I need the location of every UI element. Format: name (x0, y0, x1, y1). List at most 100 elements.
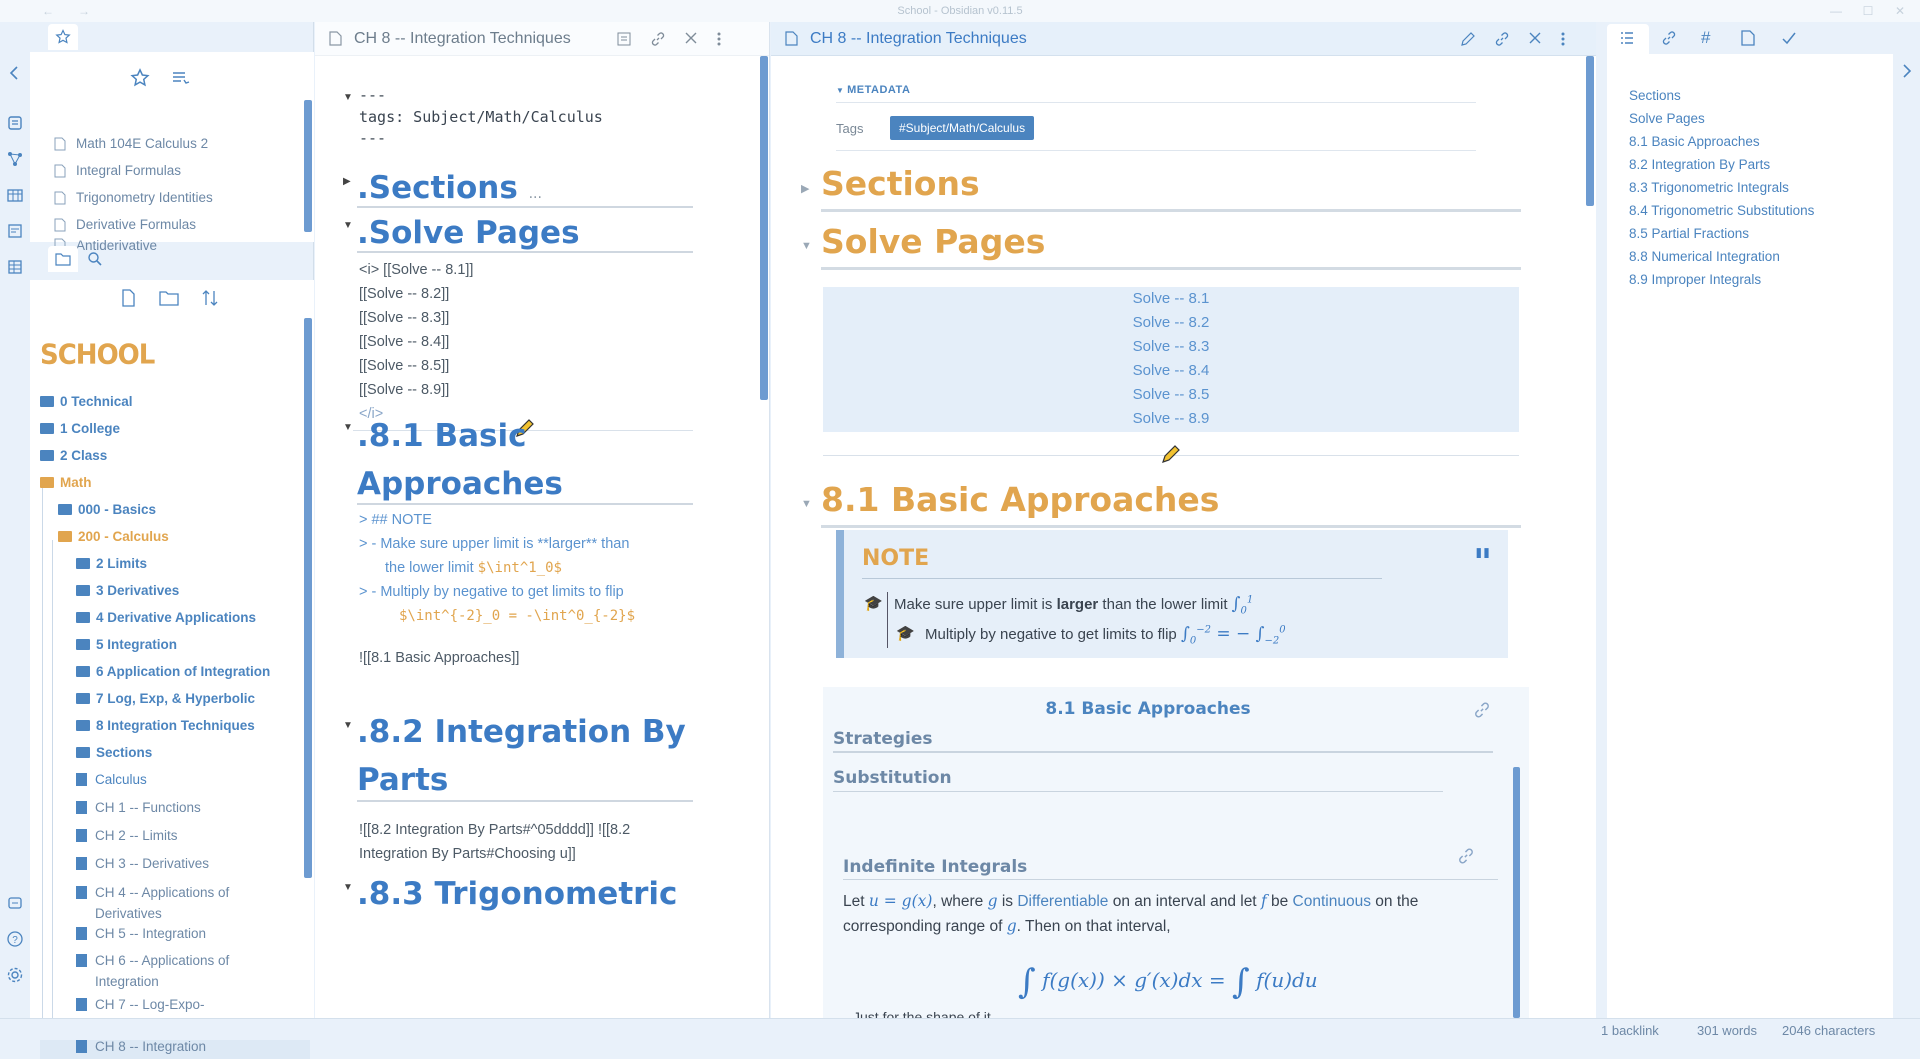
outline-item[interactable]: 8.4 Trigonometric Substitutions (1629, 203, 1814, 218)
close-icon[interactable] (1528, 31, 1542, 47)
fold-caret-icon[interactable]: ▶ (343, 176, 351, 187)
tree-folder[interactable]: 1 College (40, 415, 310, 442)
solve-link[interactable]: Solve -- 8.5 (823, 383, 1519, 407)
link-icon[interactable] (1494, 31, 1510, 47)
internal-link[interactable]: Differentiable (1017, 893, 1108, 910)
outline-item[interactable]: Sections (1629, 88, 1681, 103)
starred-scrollbar[interactable] (304, 100, 312, 232)
solve-link[interactable]: Solve -- 8.3 (823, 335, 1519, 359)
tree-folder[interactable]: Sections (40, 739, 310, 766)
solve-link[interactable]: Solve -- 8.9 (823, 407, 1519, 431)
close-icon[interactable] (684, 31, 698, 47)
tree-folder[interactable]: 000 - Basics (40, 496, 310, 523)
more-options-icon[interactable] (716, 31, 722, 47)
embed-link-icon[interactable] (1457, 847, 1475, 865)
outline-list-icon[interactable] (1619, 30, 1635, 46)
fold-caret-icon[interactable]: ▼ (343, 882, 353, 893)
editor-scrollbar[interactable] (760, 56, 768, 400)
fold-caret-icon[interactable]: ▼ (801, 498, 812, 510)
tree-file[interactable]: CH 3 -- Derivatives (40, 849, 310, 877)
tree-file[interactable]: Calculus (40, 766, 310, 793)
fold-caret-icon[interactable]: ▼ (343, 220, 353, 231)
tree-folder[interactable]: 7 Log, Exp, & Hyperbolic (40, 685, 310, 712)
tree-folder[interactable]: 4 Derivative Applications (40, 604, 310, 631)
preview-scrollbar[interactable] (1586, 56, 1594, 206)
sort-icon[interactable] (200, 288, 220, 308)
fold-caret-icon[interactable]: ▼ (343, 720, 353, 731)
back-arrow-icon[interactable]: ← (28, 0, 68, 22)
solve-link[interactable]: Solve -- 8.2 (823, 311, 1519, 335)
tree-folder[interactable]: 8 Integration Techniques (40, 712, 310, 739)
help-icon[interactable]: ? (6, 930, 24, 948)
table-icon[interactable] (6, 258, 24, 276)
tree-folder[interactable]: 0 Technical (40, 388, 310, 415)
tree-folder[interactable]: 5 Integration (40, 631, 310, 658)
tag-pill[interactable]: #Subject/Math/Calculus (890, 116, 1035, 140)
tree-file[interactable]: CH 4 -- Applications of Derivatives (40, 877, 310, 921)
fold-caret-icon[interactable]: ▶ (801, 182, 809, 195)
new-note-icon[interactable] (118, 288, 138, 308)
command-palette-icon[interactable] (6, 894, 24, 912)
new-folder-icon[interactable] (158, 288, 180, 308)
outline-item[interactable]: 8.5 Partial Fractions (1629, 226, 1749, 241)
outline-item[interactable]: 8.3 Trigonometric Integrals (1629, 180, 1789, 195)
starred-item[interactable]: Math 104E Calculus 2 (54, 130, 294, 157)
canvas-grid-icon[interactable] (6, 186, 24, 204)
forward-arrow-icon[interactable]: → (64, 0, 104, 22)
tags-hash-icon[interactable]: # (1701, 28, 1710, 48)
tree-folder-open[interactable]: Math (40, 469, 310, 496)
note-item-1: Make sure upper limit is larger than the… (894, 594, 1253, 616)
preview-toggle-icon[interactable] (616, 31, 632, 47)
tree-folder-open[interactable]: 200 - Calculus (40, 523, 310, 550)
edit-pencil-icon[interactable] (1460, 31, 1476, 47)
templates-icon[interactable] (6, 222, 24, 240)
solve-link[interactable]: Solve -- 8.1 (823, 287, 1519, 311)
tree-folder[interactable]: 2 Class (40, 442, 310, 469)
starred-tab[interactable] (48, 24, 78, 50)
internal-link[interactable]: Continuous (1293, 893, 1371, 910)
outline-item[interactable]: 8.9 Improper Integrals (1629, 272, 1761, 287)
embed-link-icon[interactable] (1473, 701, 1491, 719)
close-window-button[interactable]: ✕ (1880, 0, 1920, 22)
fold-caret-icon[interactable]: ▼ (343, 422, 353, 433)
more-options-icon[interactable] (1560, 31, 1566, 47)
star-current-icon[interactable] (130, 68, 150, 88)
starred-item[interactable]: Derivative Formulas (54, 211, 294, 238)
file-explorer-tab[interactable] (48, 246, 78, 272)
outline-item[interactable]: 8.2 Integration By Parts (1629, 157, 1770, 172)
tree-file[interactable]: CH 5 -- Integration (40, 921, 310, 945)
folder-icon (58, 504, 72, 515)
tree-folder[interactable]: 6 Application of Integration (40, 658, 310, 685)
fold-ellipsis[interactable]: ... (529, 186, 542, 202)
outline-item[interactable]: 8.8 Numerical Integration (1629, 249, 1780, 264)
file-info-icon[interactable] (1741, 30, 1755, 46)
collapse-right-icon[interactable] (1897, 62, 1915, 80)
tree-folder[interactable]: 3 Derivatives (40, 577, 310, 604)
tree-file[interactable]: CH 6 -- Applications of Integration (40, 945, 310, 989)
backlinks-icon[interactable] (1661, 30, 1677, 46)
fold-caret-icon[interactable]: ▼ (343, 92, 353, 103)
tree-file[interactable]: CH 1 -- Functions (40, 793, 310, 821)
outline-item[interactable]: 8.1 Basic Approaches (1629, 134, 1760, 149)
backlink-count[interactable]: 1 backlink (1601, 1023, 1659, 1038)
search-tab[interactable] (80, 246, 110, 272)
open-quick-switcher-icon[interactable] (6, 114, 24, 132)
editor-content[interactable]: ▼ --- tags: Subject/Math/Calculus --- ▶ … (315, 56, 770, 1018)
solve-link[interactable]: Solve -- 8.4 (823, 359, 1519, 383)
embed-82-source-cont: Integration By Parts#Choosing u]] (359, 842, 576, 866)
starred-item[interactable]: Integral Formulas (54, 157, 294, 184)
graph-view-icon[interactable] (6, 150, 24, 168)
collapse-left-icon[interactable] (6, 64, 24, 82)
outline-item[interactable]: Solve Pages (1629, 111, 1705, 126)
link-icon[interactable] (650, 31, 666, 47)
checkmark-icon[interactable] (1781, 30, 1797, 46)
settings-gear-icon[interactable] (6, 966, 24, 984)
fold-caret-icon[interactable]: ▼ (801, 240, 812, 252)
metadata-header[interactable]: ▼ METADATA (836, 84, 910, 96)
tree-folder[interactable]: 2 Limits (40, 550, 310, 577)
starred-list-icon[interactable] (170, 68, 190, 88)
explorer-scrollbar[interactable] (304, 318, 312, 878)
starred-item[interactable]: Trigonometry Identities (54, 184, 294, 211)
embed-scrollbar[interactable] (1513, 767, 1520, 1018)
tree-file[interactable]: CH 2 -- Limits (40, 821, 310, 849)
